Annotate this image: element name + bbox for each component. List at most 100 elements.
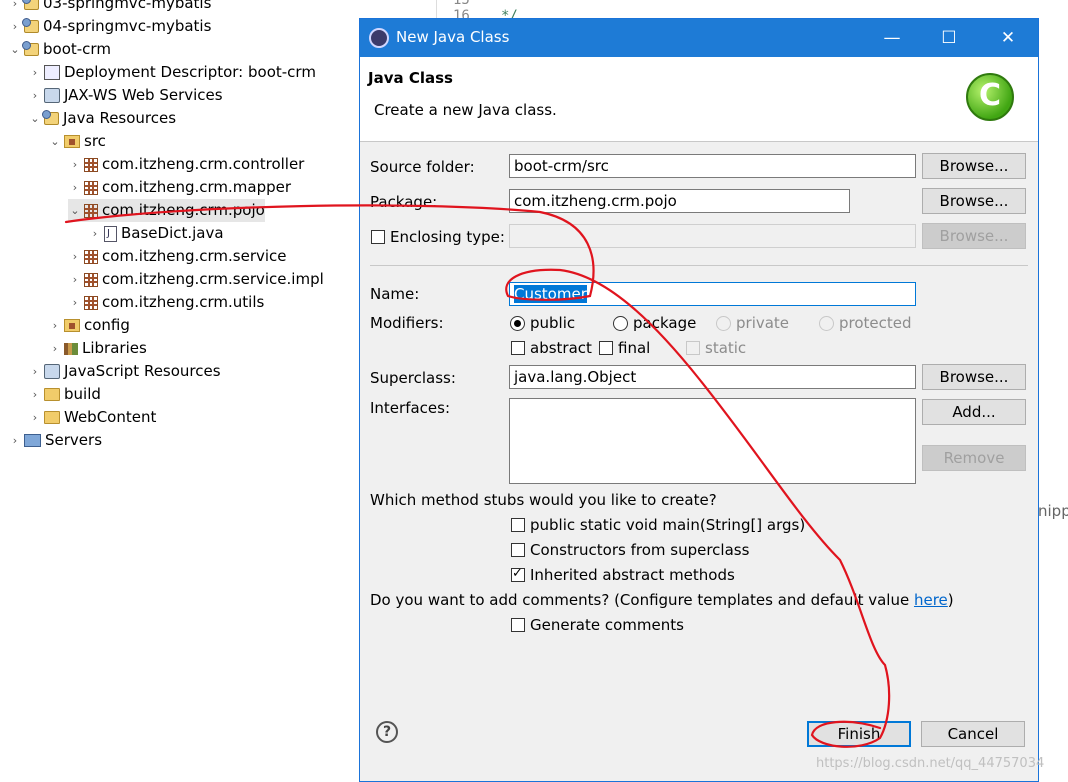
tree-item[interactable]: › com.itzheng.crm.mapper <box>68 176 291 199</box>
maximize-button[interactable]: ☐ <box>921 19 977 57</box>
servers-icon <box>24 434 41 447</box>
tree-item[interactable]: › build <box>28 383 101 406</box>
tree-item[interactable]: ⌄ Java Resources <box>28 107 176 130</box>
tree-item-label: com.itzheng.crm.mapper <box>102 178 292 196</box>
source-folder-input[interactable]: boot-crm/src <box>509 154 916 178</box>
abstract-checkbox[interactable] <box>511 341 525 355</box>
package-icon <box>84 180 98 195</box>
tree-item[interactable]: › JavaScript Resources <box>28 360 221 383</box>
abstract-checkbox-label: abstract <box>530 339 592 357</box>
collapse-icon[interactable]: ⌄ <box>28 107 42 130</box>
expand-icon[interactable]: › <box>28 360 42 383</box>
line-number: 15 <box>453 0 470 8</box>
expand-icon[interactable]: › <box>8 0 22 15</box>
package-icon <box>84 295 98 310</box>
enclosing-type-browse-button[interactable]: Browse... <box>922 223 1026 249</box>
tree-item[interactable]: ⌄ src <box>48 130 106 153</box>
tree-item[interactable]: › 04-springmvc-mybatis <box>8 15 212 38</box>
tree-item[interactable]: › com.itzheng.crm.service.impl <box>68 268 324 291</box>
expand-icon[interactable]: › <box>28 84 42 107</box>
expand-icon[interactable]: › <box>68 245 82 268</box>
expand-icon[interactable]: › <box>68 268 82 291</box>
partial-text: nipp <box>1038 502 1068 520</box>
name-input[interactable]: Customer <box>509 282 916 306</box>
expand-icon[interactable]: › <box>68 291 82 314</box>
folder-icon <box>44 411 60 424</box>
tree-item-label: Deployment Descriptor: boot-crm <box>64 63 316 81</box>
libraries-icon <box>64 342 78 355</box>
enclosing-type-checkbox[interactable] <box>371 230 385 244</box>
final-checkbox-label: final <box>618 339 651 357</box>
expand-icon[interactable]: › <box>88 222 102 245</box>
main-method-checkbox[interactable] <box>511 518 525 532</box>
name-input-text: Customer <box>514 285 587 303</box>
deployment-descriptor-icon <box>44 65 60 80</box>
comments-question-text: Do you want to add comments? (Configure … <box>370 591 914 609</box>
tree-item[interactable]: › BaseDict.java <box>88 222 224 245</box>
collapse-icon[interactable]: ⌄ <box>68 199 82 222</box>
package-browse-button[interactable]: Browse... <box>922 188 1026 214</box>
tree-item[interactable]: › com.itzheng.crm.utils <box>68 291 265 314</box>
expand-icon[interactable]: › <box>48 314 62 337</box>
tree-item-label: build <box>64 385 101 403</box>
expand-icon[interactable]: › <box>68 153 82 176</box>
expand-icon[interactable]: › <box>8 429 22 452</box>
interfaces-list[interactable] <box>509 398 916 484</box>
name-label: Name: <box>370 285 420 303</box>
tree-item[interactable]: › Libraries <box>48 337 147 360</box>
source-folder-icon <box>64 135 80 148</box>
enclosing-type-input[interactable] <box>509 224 916 248</box>
inherited-methods-checkbox[interactable] <box>511 566 525 582</box>
generate-comments-checkbox[interactable] <box>511 618 525 632</box>
tree-item-label: JAX-WS Web Services <box>64 86 223 104</box>
package-input[interactable]: com.itzheng.crm.pojo <box>509 189 850 213</box>
configure-templates-link[interactable]: here <box>914 591 948 609</box>
folder-icon <box>44 388 60 401</box>
constructors-checkbox[interactable] <box>511 543 525 557</box>
superclass-label: Superclass: <box>370 369 456 387</box>
final-checkbox[interactable] <box>599 341 613 355</box>
tree-item[interactable]: › WebContent <box>28 406 157 429</box>
public-radio[interactable] <box>510 316 525 331</box>
tree-item[interactable]: › config <box>48 314 130 337</box>
source-folder-browse-button[interactable]: Browse... <box>922 153 1026 179</box>
tree-item-label: src <box>84 132 106 150</box>
add-interface-button[interactable]: Add... <box>922 399 1026 425</box>
expand-icon[interactable]: › <box>28 61 42 84</box>
tree-item[interactable]: › JAX-WS Web Services <box>28 84 223 107</box>
collapse-icon[interactable]: ⌄ <box>48 130 62 153</box>
finish-button[interactable]: Finish <box>807 721 911 747</box>
expand-icon[interactable]: › <box>68 176 82 199</box>
package-icon <box>84 272 98 287</box>
protected-radio[interactable] <box>819 316 834 331</box>
tree-item[interactable]: ⌄ boot-crm <box>8 38 111 61</box>
cancel-button[interactable]: Cancel <box>921 721 1025 747</box>
tree-item[interactable]: › com.itzheng.crm.service <box>68 245 287 268</box>
separator <box>370 265 1028 266</box>
private-radio[interactable] <box>716 316 731 331</box>
superclass-browse-button[interactable]: Browse... <box>922 364 1026 390</box>
tree-item[interactable]: › Servers <box>8 429 102 452</box>
tree-item[interactable]: ⌄ com.itzheng.crm.pojo <box>68 199 265 222</box>
package-icon <box>84 249 98 264</box>
expand-icon[interactable]: › <box>28 406 42 429</box>
new-java-class-dialog: New Java Class — ☐ ✕ Java Class Create a… <box>359 18 1039 782</box>
expand-icon[interactable]: › <box>48 337 62 360</box>
tree-item[interactable]: › Deployment Descriptor: boot-crm <box>28 61 316 84</box>
help-icon[interactable]: ? <box>376 721 398 743</box>
close-button[interactable]: ✕ <box>980 19 1036 57</box>
static-checkbox[interactable] <box>686 341 700 355</box>
dialog-banner: Java Class Create a new Java class. C <box>360 57 1038 142</box>
expand-icon[interactable]: › <box>28 383 42 406</box>
tree-item[interactable]: › com.itzheng.crm.controller <box>68 153 305 176</box>
package-label: Package: <box>370 193 438 211</box>
package-radio[interactable] <box>613 316 628 331</box>
tree-item-label: com.itzheng.crm.utils <box>102 293 265 311</box>
remove-interface-button[interactable]: Remove <box>922 445 1026 471</box>
collapse-icon[interactable]: ⌄ <box>8 38 22 61</box>
superclass-input[interactable]: java.lang.Object <box>509 365 916 389</box>
dialog-titlebar[interactable]: New Java Class — ☐ ✕ <box>360 19 1038 57</box>
minimize-button[interactable]: — <box>864 19 920 57</box>
tree-item[interactable]: › 03-springmvc-mybatis <box>8 0 211 15</box>
expand-icon[interactable]: › <box>8 15 22 38</box>
